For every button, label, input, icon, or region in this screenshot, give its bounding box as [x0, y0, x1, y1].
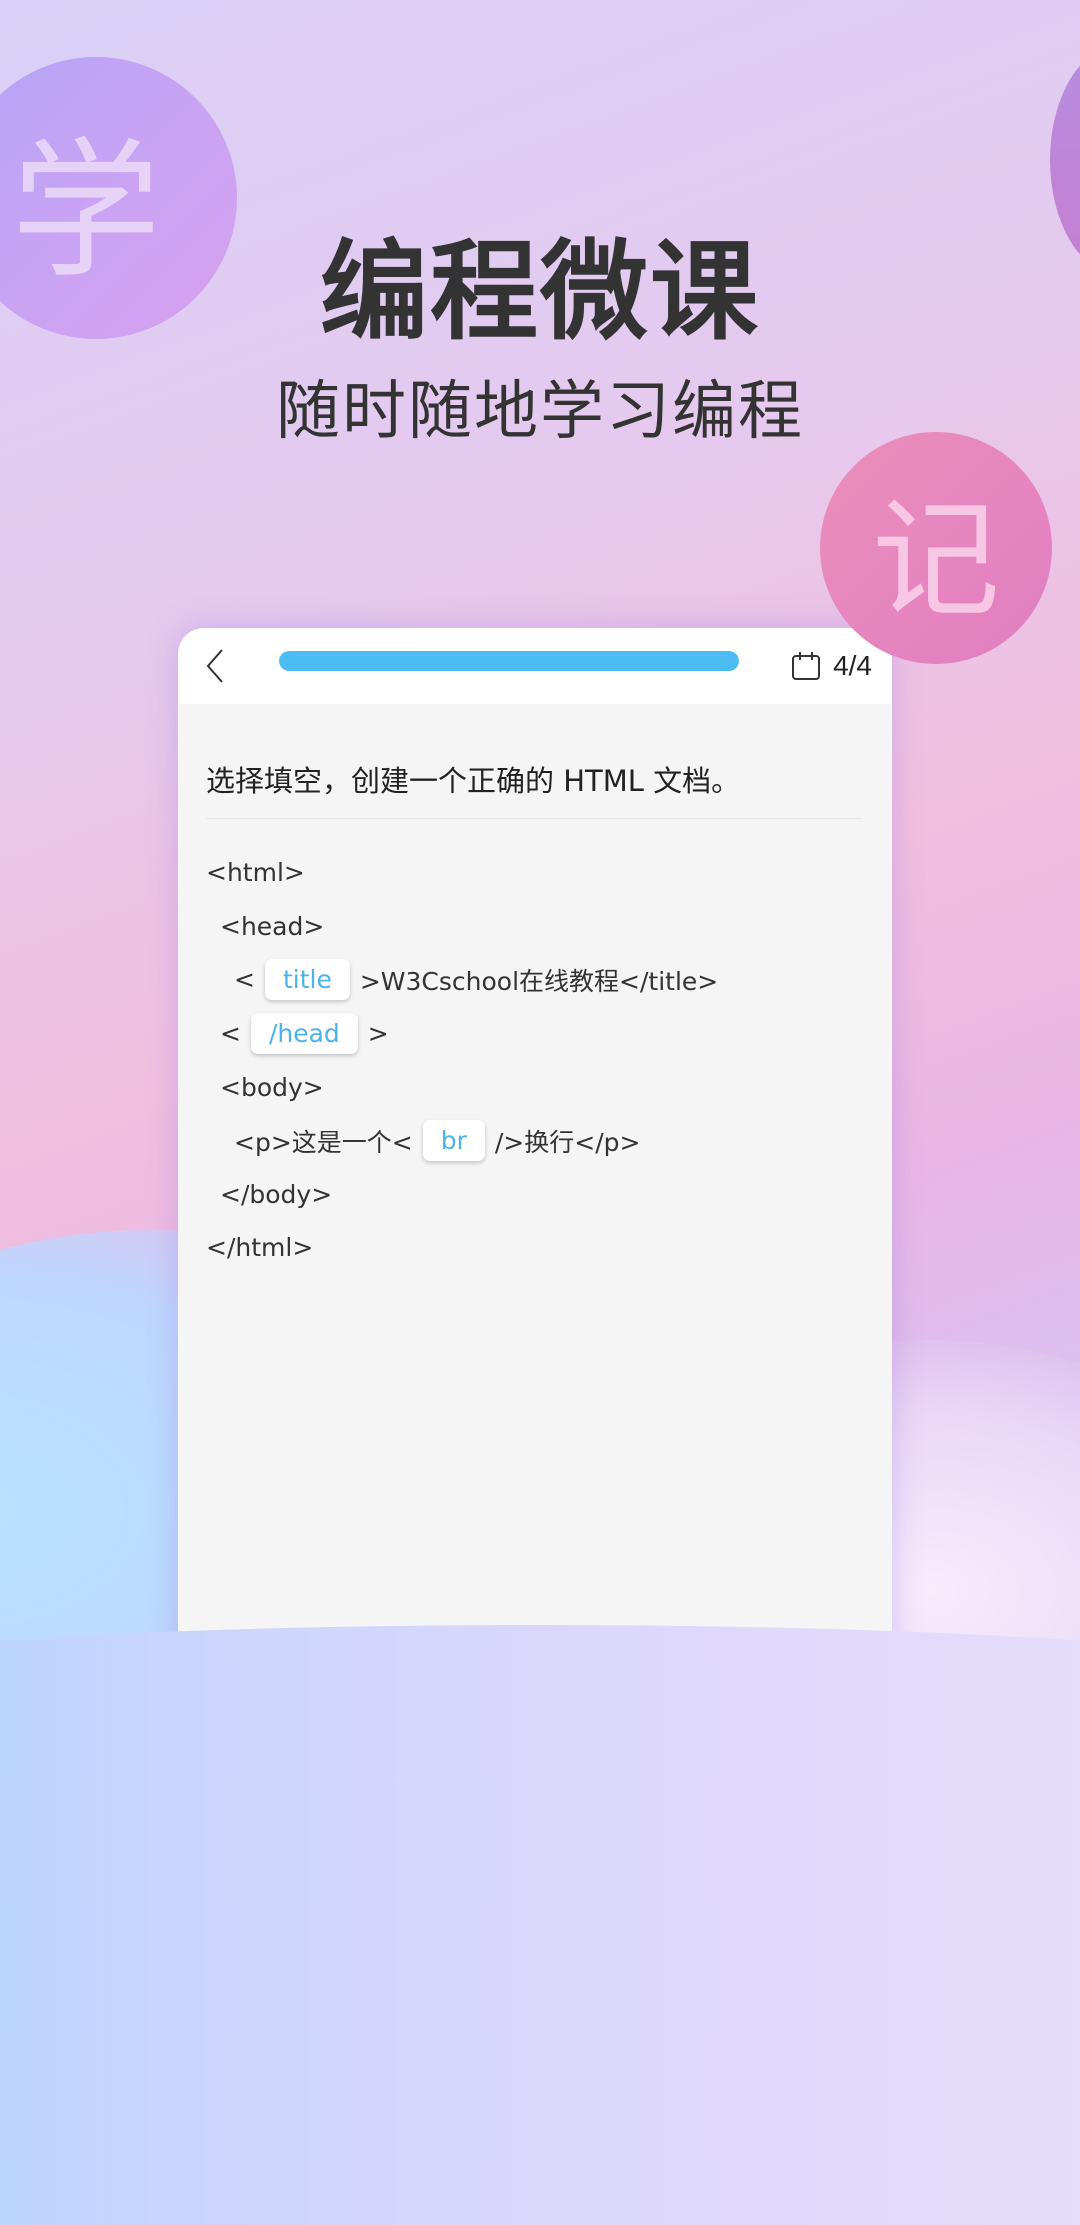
quiz-card: 4/4 选择填空，创建一个正确的 HTML 文档。 <html> <head> < t… — [178, 628, 892, 1748]
back-button[interactable] — [200, 644, 230, 688]
code-text-after: > — [367, 1019, 389, 1049]
code-line: </body> — [206, 1168, 872, 1222]
code-text-before: <html> — [206, 858, 305, 888]
code-text-before: <p>这是一个< — [234, 1127, 413, 1157]
progress-bar — [279, 651, 739, 671]
question-text: 选择填空，创建一个正确的 HTML 文档。 — [206, 758, 862, 819]
answer-chip[interactable]: title — [264, 959, 350, 1001]
background-bottom-wave — [0, 1625, 1080, 2225]
progress-fill — [279, 651, 739, 671]
code-text-after: >W3Cschool在线教程</title> — [359, 966, 719, 996]
promo-headline: 编程微课 — [319, 230, 760, 355]
code-text-after: />换行</p> — [494, 1127, 641, 1157]
badge-ji-text: 记 — [871, 485, 1000, 635]
quiz-topbar: 4/4 — [178, 628, 892, 704]
answer-chip[interactable]: br — [422, 1120, 485, 1162]
code-text-before: </body> — [220, 1179, 333, 1209]
code-line: <head> — [206, 900, 872, 954]
badge-circle-ji: 记 — [820, 432, 1052, 664]
code-line: <p>这是一个< br />换行</p> — [206, 1114, 872, 1168]
code-block: <html> <head> < title >W3Cschool在线教程</title>… — [206, 846, 872, 1275]
counter-text: 4/4 — [833, 650, 872, 681]
code-line: <html> — [206, 846, 872, 900]
code-line: < /head > — [206, 1007, 872, 1061]
code-text-before: </html> — [206, 1233, 314, 1263]
code-line: <body> — [206, 1060, 872, 1114]
code-text-before: <body> — [220, 1072, 324, 1102]
chevron-left-icon — [206, 649, 223, 683]
answer-chip[interactable]: /head — [250, 1013, 358, 1055]
calendar-icon — [792, 652, 821, 680]
code-text-before: <head> — [220, 911, 325, 941]
code-text-before: < — [234, 965, 255, 995]
code-line: </html> — [206, 1221, 872, 1275]
code-text-before: < — [220, 1019, 241, 1049]
code-line: < title >W3Cschool在线教程</title> — [206, 953, 872, 1007]
question-counter: 4/4 — [791, 644, 872, 688]
